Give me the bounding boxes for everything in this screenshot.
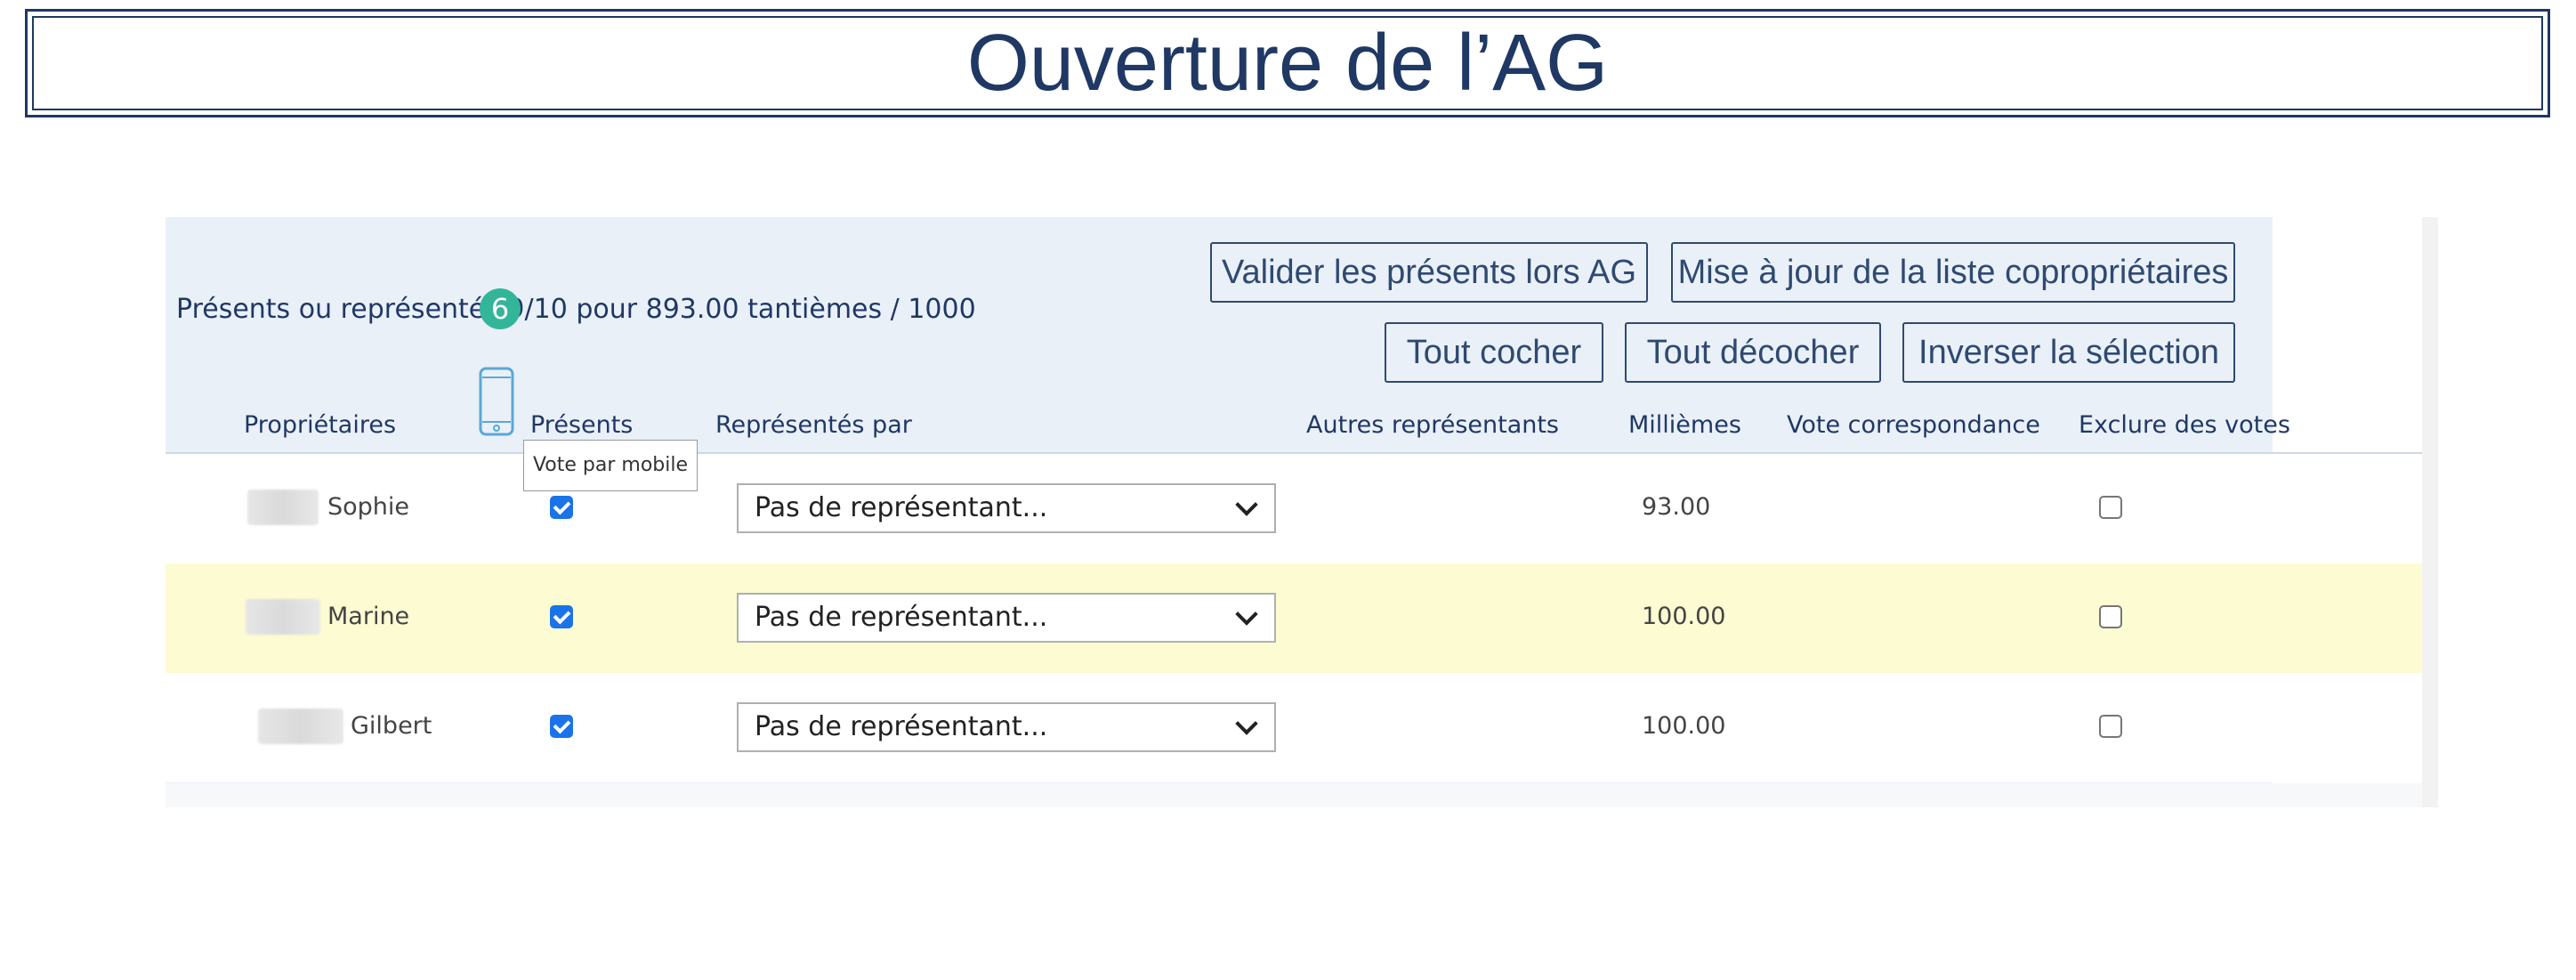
- thousandths-value: 100.00: [1642, 603, 1726, 630]
- mobile-vote-tooltip: Vote par mobile: [523, 440, 698, 491]
- representative-select-value: Pas de représentant...: [755, 711, 1048, 742]
- owner-name: Gilbert: [351, 712, 432, 740]
- column-header-thousandths: Millièmes: [1628, 411, 1741, 439]
- owner-lastname-redacted: [258, 709, 343, 744]
- present-checkbox[interactable]: [550, 605, 573, 628]
- attendance-summary: Présents ou représentés 9/10 pour 893.00…: [176, 294, 976, 325]
- exclude-votes-checkbox[interactable]: [2099, 715, 2122, 738]
- representative-select[interactable]: Pas de représentant...: [737, 702, 1276, 752]
- column-header-represented-by: Représentés par: [715, 411, 912, 439]
- exclude-votes-checkbox[interactable]: [2099, 605, 2122, 628]
- update-owners-list-button[interactable]: Mise à jour de la liste copropriétaires: [1671, 242, 2235, 303]
- representative-select-value: Pas de représentant...: [755, 492, 1048, 523]
- mobile-phone-icon[interactable]: [479, 367, 514, 436]
- present-checkbox[interactable]: [550, 496, 573, 519]
- slide-title: Ouverture de l’AG: [966, 19, 1609, 108]
- representative-select[interactable]: Pas de représentant...: [737, 483, 1276, 533]
- column-header-other-representatives: Autres représentants: [1306, 411, 1560, 439]
- callout-number-badge: 6: [480, 288, 521, 329]
- thousandths-value: 93.00: [1642, 493, 1711, 521]
- table-footer: [166, 783, 2422, 807]
- owner-lastname-redacted: [247, 490, 319, 525]
- exclude-votes-checkbox[interactable]: [2099, 496, 2122, 519]
- owner-lastname-redacted: [246, 599, 320, 635]
- owner-name: Sophie: [327, 493, 410, 521]
- validate-present-button[interactable]: Valider les présents lors AG: [1210, 242, 1648, 303]
- present-checkbox[interactable]: [550, 715, 573, 738]
- owner-name: Marine: [327, 603, 410, 630]
- invert-selection-button[interactable]: Inverser la sélection: [1902, 322, 2235, 383]
- chevron-down-icon: [1235, 712, 1258, 735]
- table-row: Sophie Pas de représentant... 93.00: [166, 454, 2422, 563]
- column-header-exclude-votes: Exclure des votes: [2079, 411, 2290, 439]
- table-row: Gilbert Pas de représentant... 100.00: [166, 673, 2422, 782]
- uncheck-all-button[interactable]: Tout décocher: [1625, 322, 1881, 383]
- thousandths-value: 100.00: [1642, 712, 1726, 740]
- column-header-mail-vote: Vote correspondance: [1787, 411, 2040, 439]
- vertical-scrollbar[interactable]: [2422, 217, 2438, 807]
- column-header-owners: Propriétaires: [244, 411, 397, 439]
- slide-title-box: Ouverture de l’AG: [25, 9, 2550, 117]
- representative-select-value: Pas de représentant...: [755, 602, 1048, 633]
- column-header-present: Présents: [530, 411, 634, 439]
- table-row: Marine Pas de représentant... 100.00: [166, 563, 2422, 673]
- chevron-down-icon: [1235, 493, 1258, 516]
- representative-select[interactable]: Pas de représentant...: [737, 593, 1276, 643]
- check-all-button[interactable]: Tout cocher: [1385, 322, 1603, 383]
- chevron-down-icon: [1235, 603, 1258, 626]
